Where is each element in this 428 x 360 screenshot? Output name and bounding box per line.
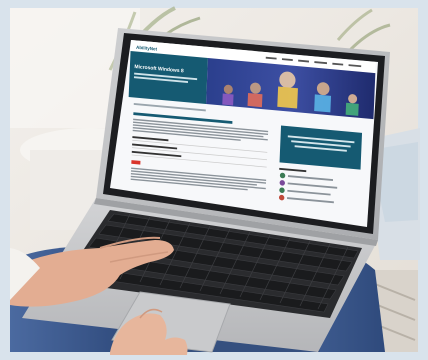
photo-scene: AbilityNet Microsoft Windows 8 xyxy=(0,0,428,360)
laptop-photo: AbilityNet Microsoft Windows 8 xyxy=(0,0,428,360)
